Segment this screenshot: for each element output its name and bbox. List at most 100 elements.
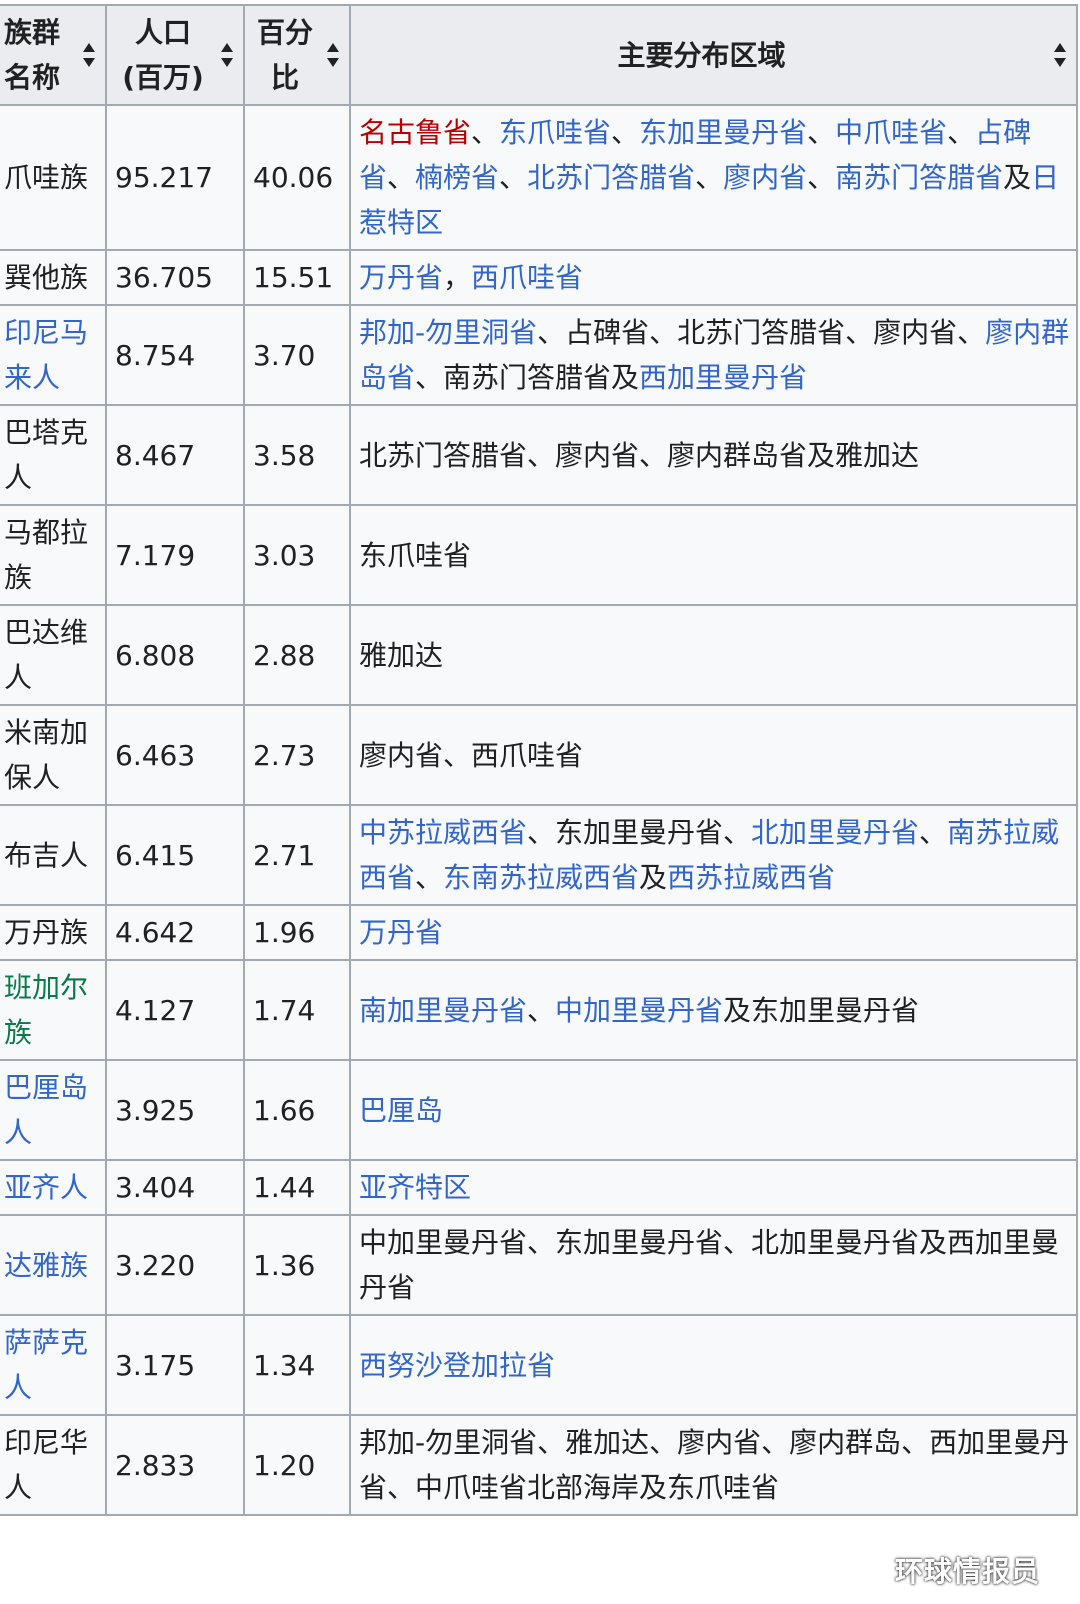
- region-link[interactable]: 南苏门答腊省: [835, 161, 1003, 194]
- cell-percentage: 1.96: [243, 904, 351, 961]
- cell-percentage: 3.03: [243, 504, 351, 606]
- region-link[interactable]: 巴厘岛: [359, 1094, 443, 1127]
- sort-icon[interactable]: [83, 43, 95, 67]
- table-row: 班加尔族 4.127 1.74 南加里曼丹省、中加里曼丹省及东加里曼丹省: [0, 959, 1078, 1061]
- cell-population: 3.404: [105, 1159, 245, 1216]
- region-text: 雅加达: [359, 638, 444, 672]
- region-text: 东爪哇省: [359, 538, 472, 572]
- cell-percentage: 1.34: [243, 1314, 351, 1416]
- cell-population: 36.705: [105, 249, 245, 306]
- cell-population: 8.754: [105, 304, 245, 406]
- table-row: 萨萨克人 3.175 1.34 西努沙登加拉省: [0, 1314, 1078, 1416]
- cell-regions: 邦加-勿里洞省、雅加达、廖内省、廖内群岛、西加里曼丹省、中爪哇省北部海岸及东爪哇…: [349, 1414, 1078, 1516]
- header-percentage[interactable]: 百分比: [243, 4, 351, 106]
- cell-regions: 万丹省，西爪哇省: [349, 249, 1078, 306]
- table-row: 印尼华人 2.833 1.20 邦加-勿里洞省、雅加达、廖内省、廖内群岛、西加里曼丹省…: [0, 1414, 1078, 1516]
- cell-ethnic-name: 万丹族: [0, 904, 107, 961]
- sort-icon[interactable]: [327, 43, 339, 67]
- cell-regions: 西努沙登加拉省: [349, 1314, 1078, 1416]
- ethnic-groups-table: 族群名称 人口(百万) 百分比 主要分布区域 爪哇族 95.217 40.06 名古鲁…: [0, 4, 1078, 1516]
- cell-regions: 亚齐特区: [349, 1159, 1078, 1216]
- cell-regions: 东爪哇省: [349, 504, 1078, 606]
- table-row: 亚齐人 3.404 1.44 亚齐特区: [0, 1159, 1078, 1216]
- cell-ethnic-name[interactable]: 印尼马来人: [0, 304, 107, 406]
- region-link[interactable]: 中爪哇省: [835, 116, 947, 149]
- cell-population: 3.220: [105, 1214, 245, 1316]
- region-link[interactable]: 万丹省: [359, 916, 443, 949]
- cell-ethnic-name: 爪哇族: [0, 104, 107, 251]
- table-row: 万丹族 4.642 1.96 万丹省: [0, 904, 1078, 961]
- cell-percentage: 1.74: [243, 959, 351, 1061]
- ethnic-name-link[interactable]: 班加尔族: [4, 971, 88, 1049]
- cell-ethnic-name: 马都拉族: [0, 504, 107, 606]
- region-link[interactable]: 西爪哇省: [471, 261, 583, 294]
- header-label: 人口(百万): [122, 16, 204, 94]
- sort-icon[interactable]: [221, 43, 233, 67]
- cell-regions: 廖内省、西爪哇省: [349, 704, 1078, 806]
- header-ethnic-name[interactable]: 族群名称: [0, 4, 107, 106]
- cell-population: 7.179: [105, 504, 245, 606]
- watermark: 环球情报员: [894, 1555, 1040, 1588]
- cell-percentage: 3.58: [243, 404, 351, 506]
- region-link[interactable]: 中加里曼丹省: [555, 994, 723, 1027]
- cell-regions: 名古鲁省、东爪哇省、东加里曼丹省、中爪哇省、占碑省、楠榜省、北苏门答腊省、廖内省…: [349, 104, 1078, 251]
- region-text: 、: [611, 116, 640, 149]
- region-link[interactable]: 廖内省: [723, 161, 807, 194]
- region-link[interactable]: 中苏拉威西省: [359, 816, 527, 849]
- cell-ethnic-name[interactable]: 萨萨克人: [0, 1314, 107, 1416]
- region-text: 及东加里曼丹省: [723, 993, 920, 1027]
- cell-population: 3.175: [105, 1314, 245, 1416]
- header-label: 主要分布区域: [617, 38, 786, 72]
- region-link[interactable]: 名古鲁省: [359, 116, 471, 149]
- region-link[interactable]: 南加里曼丹省: [359, 994, 527, 1027]
- region-link[interactable]: 东爪哇省: [499, 116, 611, 149]
- header-population[interactable]: 人口(百万): [105, 4, 245, 106]
- header-distribution[interactable]: 主要分布区域: [349, 4, 1078, 106]
- cell-ethnic-name: 布吉人: [0, 804, 107, 906]
- cell-ethnic-name[interactable]: 巴厘岛人: [0, 1059, 107, 1161]
- region-link[interactable]: 北加里曼丹省: [751, 816, 919, 849]
- region-link[interactable]: 东加里曼丹省: [639, 116, 807, 149]
- region-text: 、: [947, 116, 976, 149]
- region-link[interactable]: 西苏拉威西省: [667, 861, 835, 894]
- cell-percentage: 1.20: [243, 1414, 351, 1516]
- region-link[interactable]: 北苏门答腊省: [527, 161, 695, 194]
- region-text: 及: [1003, 161, 1032, 194]
- ethnic-name-text: 米南加保人: [4, 716, 89, 794]
- table-row: 巴厘岛人 3.925 1.66 巴厘岛: [0, 1059, 1078, 1161]
- cell-regions: 北苏门答腊省、廖内省、廖内群岛省及雅加达: [349, 404, 1078, 506]
- ethnic-name-text: 巴达维人: [4, 616, 89, 694]
- region-link[interactable]: 邦加-勿里洞省: [359, 316, 537, 349]
- cell-percentage: 15.51: [243, 249, 351, 306]
- ethnic-name-link[interactable]: 亚齐人: [4, 1171, 88, 1204]
- ethnic-name-link[interactable]: 印尼马来人: [4, 316, 88, 394]
- cell-regions: 巴厘岛: [349, 1059, 1078, 1161]
- region-link[interactable]: 楠榜省: [415, 161, 499, 194]
- cell-percentage: 1.44: [243, 1159, 351, 1216]
- cell-population: 4.127: [105, 959, 245, 1061]
- cell-ethnic-name[interactable]: 班加尔族: [0, 959, 107, 1061]
- ethnic-name-link[interactable]: 巴厘岛人: [4, 1071, 88, 1149]
- region-link[interactable]: 万丹省: [359, 261, 443, 294]
- region-text: 、: [695, 161, 724, 194]
- region-link[interactable]: 亚齐特区: [359, 1171, 471, 1204]
- table-row: 印尼马来人 8.754 3.70 邦加-勿里洞省、占碑省、北苏门答腊省、廖内省、廖内群…: [0, 304, 1078, 406]
- cell-regions: 南加里曼丹省、中加里曼丹省及东加里曼丹省: [349, 959, 1078, 1061]
- table-row: 马都拉族 7.179 3.03 东爪哇省: [0, 504, 1078, 606]
- ethnic-name-link[interactable]: 达雅族: [4, 1249, 88, 1282]
- cell-population: 6.808: [105, 604, 245, 706]
- cell-regions: 中加里曼丹省、东加里曼丹省、北加里曼丹省及西加里曼丹省: [349, 1214, 1078, 1316]
- region-link[interactable]: 东南苏拉威西省: [443, 861, 639, 894]
- cell-ethnic-name[interactable]: 亚齐人: [0, 1159, 107, 1216]
- region-text: 及: [639, 861, 668, 894]
- cell-population: 8.467: [105, 404, 245, 506]
- sort-icon[interactable]: [1054, 43, 1066, 67]
- region-link[interactable]: 西加里曼丹省: [639, 361, 807, 394]
- region-link[interactable]: 西努沙登加拉省: [359, 1349, 555, 1382]
- region-text: 、: [527, 993, 556, 1027]
- cell-ethnic-name: 巴达维人: [0, 604, 107, 706]
- cell-percentage: 1.36: [243, 1214, 351, 1316]
- ethnic-name-link[interactable]: 萨萨克人: [4, 1326, 88, 1404]
- cell-ethnic-name[interactable]: 达雅族: [0, 1214, 107, 1316]
- ethnic-name-text: 布吉人: [4, 838, 89, 872]
